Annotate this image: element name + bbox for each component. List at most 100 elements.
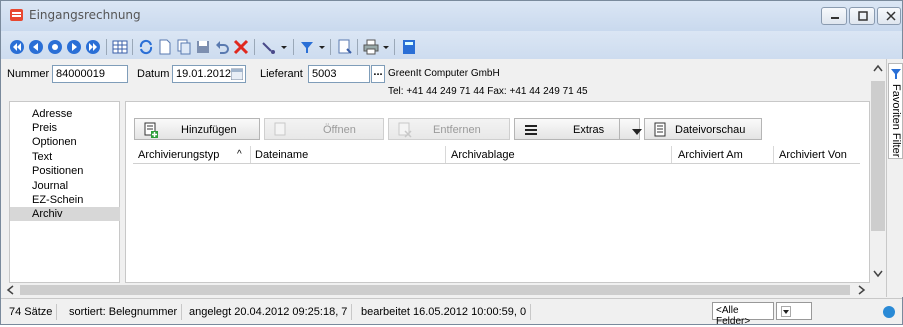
chevron-down-icon[interactable] [279, 39, 289, 55]
table-icon[interactable] [112, 39, 128, 55]
maximize-button[interactable] [849, 7, 875, 25]
vertical-scrollbar[interactable] [870, 59, 886, 283]
prev-record-icon[interactable] [47, 39, 63, 55]
add-button-label: Hinzufügen [181, 124, 237, 136]
lieferant-field[interactable]: 5003 [308, 65, 370, 83]
add-button[interactable]: Hinzufügen [134, 118, 260, 140]
archive-panel: Hinzufügen Öffnen Entfernen Extras Datei… [125, 101, 870, 283]
prev-page-icon[interactable] [28, 39, 44, 55]
remove-button[interactable]: Entfernen [388, 118, 510, 140]
chevron-down-icon[interactable] [381, 39, 391, 55]
status-bar: 74 Sätze sortiert: Belegnummer angelegt … [1, 298, 902, 327]
column-archivablage[interactable]: Archivablage [451, 149, 515, 161]
column-archivierungstyp[interactable]: Archivierungstyp [138, 149, 219, 161]
next-record-icon[interactable] [66, 39, 82, 55]
minimize-button[interactable] [821, 7, 847, 25]
lieferant-lookup-button[interactable]: ... [371, 65, 385, 83]
sort-status: sortiert: Belegnummer [65, 304, 183, 320]
refresh-icon[interactable] [138, 39, 154, 55]
toolbar-separator [394, 39, 395, 55]
toolbar-separator [132, 39, 133, 55]
toolbar-separator [357, 39, 358, 55]
main-window: Eingangsrechnung Nummer 84000019 Datum 1… [0, 0, 903, 327]
title-bar: Eingangsrechnung [1, 1, 902, 31]
column-dateiname[interactable]: Dateiname [255, 149, 308, 161]
datum-label: Datum [137, 68, 170, 80]
sidebar-item-journal[interactable]: Journal [10, 179, 120, 193]
sidebar-item-positionen[interactable]: Positionen [10, 164, 120, 178]
filter-icon [890, 68, 902, 83]
filter-icon[interactable] [299, 39, 315, 55]
column-separator [773, 146, 774, 163]
undo-icon[interactable] [214, 39, 230, 55]
sidebar-item-optionen[interactable]: Optionen [10, 135, 120, 149]
file-preview-icon [654, 122, 666, 137]
close-icon [886, 11, 896, 21]
save-icon[interactable] [195, 39, 211, 55]
window-title: Eingangsrechnung [29, 8, 141, 22]
edited-status: bearbeitet 16.05.2012 10:00:59, 0 [357, 304, 532, 320]
column-archiviert-von[interactable]: Archiviert Von [779, 149, 847, 161]
lieferant-name: GreenIt Computer GmbH [388, 68, 500, 79]
sidebar: Adresse Preis Optionen Text Positionen J… [9, 101, 120, 283]
vertical-scroll-thumb[interactable] [871, 81, 885, 231]
column-separator [445, 146, 446, 163]
nummer-field[interactable]: 84000019 [52, 65, 128, 83]
field-filter-select[interactable]: <Alle Felder> [712, 302, 774, 327]
sidebar-item-preis[interactable]: Preis [10, 121, 120, 135]
print-icon[interactable] [363, 39, 379, 55]
remove-document-icon [398, 122, 412, 138]
favorites-panel: Favoriten Filter [886, 59, 903, 297]
open-button-label: Öffnen [323, 124, 356, 136]
created-status: angelegt 20.04.2012 09:25:18, 7 [185, 304, 353, 320]
tools-icon[interactable] [261, 39, 277, 55]
remove-button-label: Entfernen [433, 124, 481, 136]
sidebar-item-ez-schein[interactable]: EZ-Schein [10, 193, 120, 207]
maximize-icon [858, 11, 868, 21]
sidebar-item-adresse[interactable]: Adresse [10, 107, 120, 121]
preview-button-label: Dateivorschau [675, 124, 746, 136]
toolbar-separator [106, 39, 107, 55]
toolbar-separator [330, 39, 331, 55]
toolbar-separator [254, 39, 255, 55]
report-icon[interactable] [337, 39, 353, 55]
sidebar-item-archiv[interactable]: Archiv [10, 207, 120, 221]
scroll-right-icon[interactable] [858, 285, 866, 298]
scroll-left-icon[interactable] [6, 285, 14, 298]
horizontal-scrollbar[interactable] [2, 283, 870, 297]
lieferant-contact: Tel: +41 44 249 71 44 Fax: +41 44 249 71… [388, 86, 588, 97]
scroll-down-icon[interactable] [873, 269, 883, 281]
extras-button[interactable]: Extras [514, 118, 642, 140]
datum-field[interactable]: 19.01.2012 [172, 65, 246, 83]
open-document-icon [274, 122, 286, 136]
copy-icon[interactable] [176, 39, 192, 55]
form-area: Nummer 84000019 Datum 19.01.2012 Liefera… [2, 59, 870, 283]
chevron-down-icon[interactable] [317, 39, 327, 55]
toolbar-separator [293, 39, 294, 55]
horizontal-scroll-thumb[interactable] [20, 285, 850, 295]
first-record-icon[interactable] [9, 39, 25, 55]
extras-divider [619, 119, 620, 139]
datum-value: 19.01.2012 [176, 68, 232, 80]
favorites-filter-tab[interactable]: Favoriten Filter [888, 63, 903, 159]
dropdown-button[interactable] [781, 306, 791, 317]
menu-icon [525, 125, 537, 135]
last-record-icon[interactable] [85, 39, 101, 55]
favorites-filter-label: Favoriten Filter [890, 84, 902, 158]
sidebar-item-text[interactable]: Text [10, 150, 120, 164]
scroll-up-icon[interactable] [873, 63, 883, 75]
calculator-icon[interactable] [401, 39, 417, 55]
app-icon [9, 7, 25, 23]
new-document-icon[interactable] [157, 39, 173, 55]
status-indicator-icon [882, 305, 896, 322]
filter-dropdown[interactable] [776, 302, 812, 320]
close-button[interactable] [877, 7, 901, 25]
nummer-label: Nummer [7, 68, 50, 80]
open-button[interactable]: Öffnen [264, 118, 384, 140]
preview-button[interactable]: Dateivorschau [644, 118, 762, 140]
sort-ascending-icon[interactable]: ^ [237, 149, 242, 160]
record-count: 74 Sätze [5, 304, 58, 320]
column-archiviert-am[interactable]: Archiviert Am [678, 149, 743, 161]
delete-icon[interactable] [233, 39, 249, 55]
calendar-icon[interactable] [230, 68, 244, 83]
